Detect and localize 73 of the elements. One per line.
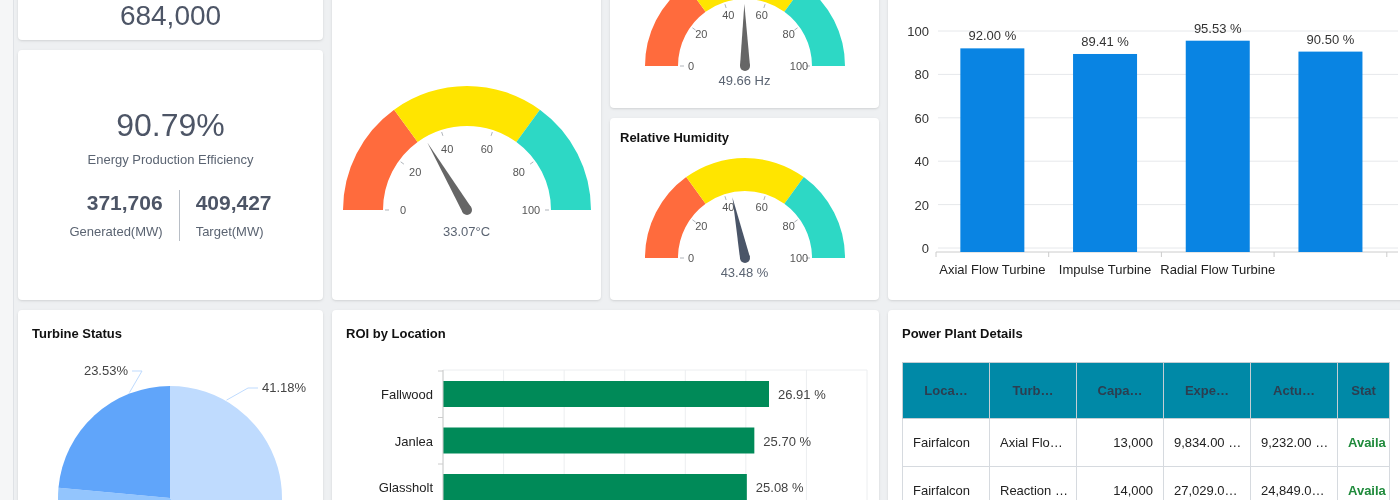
- category-label: Radial Flow Turbine: [1160, 262, 1276, 277]
- bar-value-label: 25.70 %: [763, 433, 812, 449]
- target-value: 409,427: [195, 189, 272, 216]
- category-label: Glassholt: [378, 480, 433, 495]
- gauge-tick-label: 60: [755, 200, 768, 213]
- gauge-tick-label: 100: [789, 252, 808, 264]
- card-title: Relative Humidity: [619, 130, 731, 146]
- bar-value-label: 95.53 %: [1193, 20, 1242, 36]
- leader-line: [226, 387, 259, 401]
- category-label: Janlea: [394, 433, 433, 449]
- card-title: Power Plant Details: [902, 326, 1024, 342]
- column-header[interactable]: Capa…: [1076, 362, 1164, 419]
- gauge-tick-label: 20: [694, 220, 707, 233]
- axis-tick-label: 100: [907, 24, 929, 39]
- generated-value: 371,706: [86, 189, 163, 216]
- column-header[interactable]: Loca…: [902, 362, 990, 419]
- gauge-tick-label: 100: [521, 204, 540, 216]
- gauge-reading: 49.66 Hz: [718, 73, 771, 89]
- leader-line: [129, 370, 143, 393]
- table-cell: Availa: [1337, 418, 1390, 467]
- gauge-tick-label: 80: [782, 220, 795, 233]
- axis-tick-label: 20: [914, 197, 929, 213]
- table-cell: 9,232.00 …: [1250, 418, 1338, 467]
- axis-tick-label: 60: [914, 110, 929, 126]
- table-cell: 13,000: [1076, 418, 1164, 467]
- gauge-tick-label: 40: [721, 200, 734, 213]
- table-cell: Fairfalcon: [902, 466, 990, 500]
- gauge-tick-label: 40: [440, 143, 453, 156]
- generated-label: Generated(MW): [69, 222, 163, 241]
- gauge-tick-label: 40: [721, 8, 734, 21]
- bar-value-label: 26.91 %: [778, 387, 826, 402]
- gauge-tick-label: 60: [755, 8, 768, 21]
- bar-value-label: 25.08 %: [755, 480, 804, 495]
- table-cell: Availa: [1337, 466, 1390, 500]
- bar-value-label: 89.41 %: [1081, 34, 1129, 49]
- efficiency-label: Energy Production Efficiency: [87, 151, 254, 169]
- card-title: Turbine Status: [31, 326, 124, 342]
- column-header[interactable]: Actu…: [1250, 362, 1338, 419]
- column-header[interactable]: Turb…: [989, 362, 1077, 419]
- table-cell: Fairfalcon: [902, 418, 990, 467]
- table-cell: 24,849.0…: [1250, 466, 1338, 500]
- slice-label: 41.18%: [262, 380, 307, 395]
- axis-tick-label: 0: [921, 241, 929, 256]
- table-cell: 9,834.00 …: [1163, 418, 1251, 467]
- gauge-tick-label: 80: [512, 166, 525, 179]
- category-label: Fallwood: [380, 387, 433, 402]
- category-label: Impulse Turbine: [1058, 262, 1152, 277]
- gauge-tick-label: 0: [687, 252, 694, 264]
- table-cell: Axial Flo…: [989, 418, 1077, 467]
- bar-value-label: 90.50 %: [1306, 31, 1355, 47]
- category-label: Axial Flow Turbine: [939, 262, 1046, 277]
- gauge-tick-label: 80: [782, 28, 795, 41]
- kpi-value: 684,000: [119, 2, 222, 30]
- column-header[interactable]: Expe…: [1163, 362, 1251, 419]
- gauge-tick-label: 20: [694, 28, 707, 41]
- gauge-reading: 33.07°C: [442, 224, 491, 240]
- card-title: ROI by Location: [345, 326, 447, 342]
- axis-tick-label: 80: [914, 67, 929, 83]
- table-cell: 27,029.0…: [1163, 466, 1251, 500]
- gauge-reading: 43.48 %: [720, 265, 769, 281]
- bar-value-label: 92.00 %: [968, 28, 1017, 44]
- target-label: Target(MW): [195, 222, 264, 241]
- slice-label: 23.53%: [83, 363, 128, 378]
- gauge-tick-label: 60: [480, 143, 493, 156]
- gauge-tick-label: 0: [687, 60, 694, 72]
- table-cell: Reaction …: [989, 466, 1077, 500]
- table-cell: 14,000: [1076, 466, 1164, 500]
- column-header[interactable]: Stat: [1337, 362, 1390, 419]
- efficiency-value: 90.79%: [116, 106, 225, 144]
- gauge-tick-label: 20: [408, 166, 421, 179]
- axis-tick-label: 40: [914, 154, 929, 170]
- gauge-tick-label: 100: [789, 60, 808, 72]
- gauge-tick-label: 0: [399, 204, 406, 216]
